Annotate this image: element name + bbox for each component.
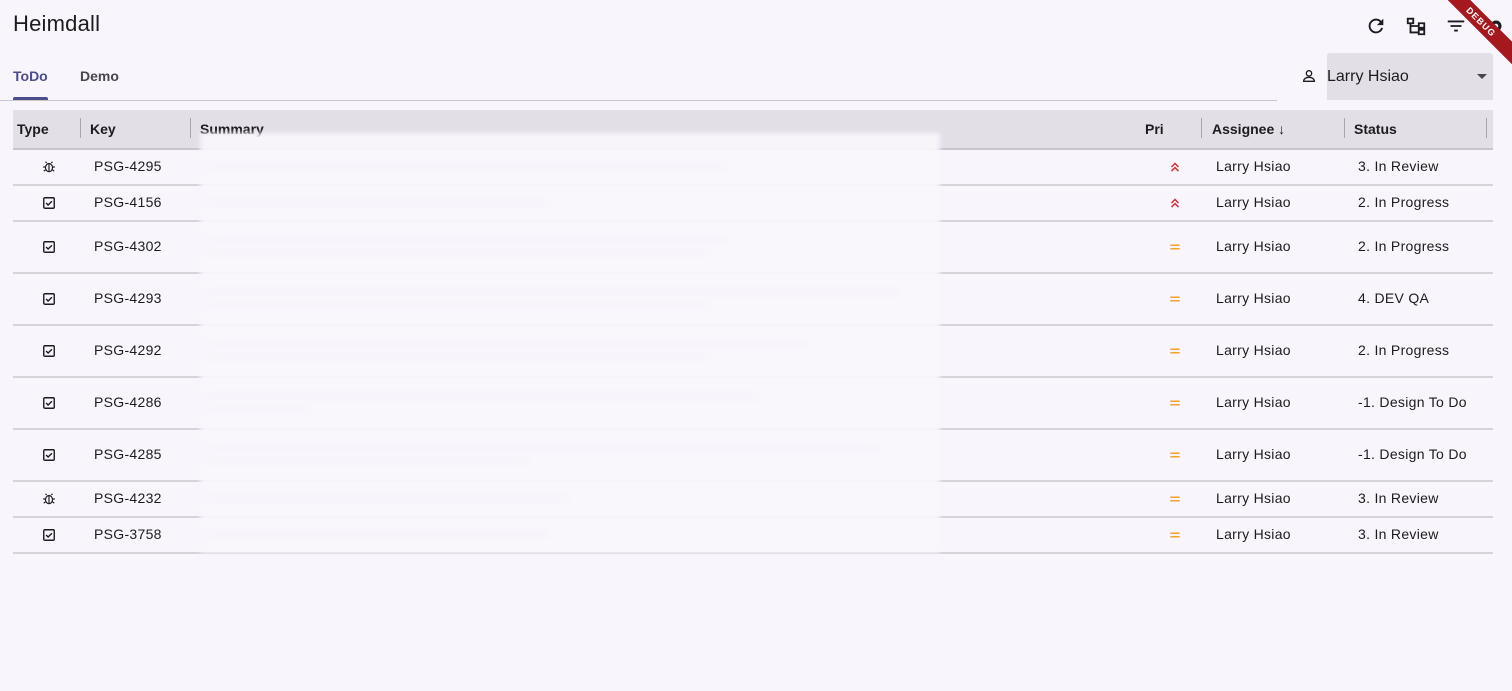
issue-key[interactable]: PSG-4292 xyxy=(94,342,162,358)
task-checkbox-icon xyxy=(42,396,56,410)
issue-key[interactable]: PSG-4156 xyxy=(94,194,162,210)
issue-key[interactable]: PSG-3758 xyxy=(94,526,162,542)
issue-key[interactable]: PSG-4302 xyxy=(94,238,162,254)
task-checkbox-icon xyxy=(42,344,56,358)
status-cell: 3. In Review xyxy=(1358,526,1439,542)
task-checkbox-icon xyxy=(42,292,56,306)
col-assignee[interactable]: Assignee ↓ xyxy=(1212,121,1285,137)
status-cell: 2. In Progress xyxy=(1358,342,1450,358)
task-checkbox-icon xyxy=(42,448,56,462)
status-cell: 3. In Review xyxy=(1358,490,1439,506)
tab-todo[interactable]: ToDo xyxy=(13,68,48,84)
col-type[interactable]: Type xyxy=(17,121,49,137)
assignee-cell: Larry Hsiao xyxy=(1216,342,1291,358)
priority-highest-icon xyxy=(1168,196,1182,210)
col-pri[interactable]: Pri xyxy=(1145,121,1164,137)
status-cell: -1. Design To Do xyxy=(1358,394,1467,410)
priority-medium-icon xyxy=(1168,292,1182,306)
priority-highest-icon xyxy=(1168,160,1182,174)
refresh-button[interactable] xyxy=(1356,14,1396,38)
col-divider[interactable] xyxy=(1344,118,1345,138)
active-tab-indicator xyxy=(13,97,48,100)
col-divider[interactable] xyxy=(190,118,191,138)
assignee-cell: Larry Hsiao xyxy=(1216,446,1291,462)
col-divider[interactable] xyxy=(80,118,81,138)
priority-medium-icon xyxy=(1168,528,1182,542)
assignee-cell: Larry Hsiao xyxy=(1216,194,1291,210)
priority-medium-icon xyxy=(1168,344,1182,358)
issue-key[interactable]: PSG-4286 xyxy=(94,394,162,410)
issue-key[interactable]: PSG-4295 xyxy=(94,158,162,174)
task-checkbox-icon xyxy=(42,196,56,210)
col-divider[interactable] xyxy=(1201,118,1202,138)
assignee-cell: Larry Hsiao xyxy=(1216,238,1291,254)
assignee-cell: Larry Hsiao xyxy=(1216,394,1291,410)
priority-medium-icon xyxy=(1168,396,1182,410)
assignee-select-value: Larry Hsiao xyxy=(1327,67,1409,85)
col-key[interactable]: Key xyxy=(90,121,116,137)
task-checkbox-icon xyxy=(42,240,56,254)
status-cell: 2. In Progress xyxy=(1358,238,1450,254)
assignee-cell: Larry Hsiao xyxy=(1216,526,1291,542)
priority-medium-icon xyxy=(1168,492,1182,506)
assignee-cell: Larry Hsiao xyxy=(1216,490,1291,506)
priority-medium-icon xyxy=(1168,448,1182,462)
issue-key[interactable]: PSG-4285 xyxy=(94,446,162,462)
issue-key[interactable]: PSG-4232 xyxy=(94,490,162,506)
tab-demo[interactable]: Demo xyxy=(80,68,119,84)
assignee-cell: Larry Hsiao xyxy=(1216,158,1291,174)
app-title: Heimdall xyxy=(13,11,101,36)
person-icon xyxy=(1302,70,1316,82)
filter-icon xyxy=(1447,20,1465,32)
dropdown-arrow-icon xyxy=(1477,74,1487,79)
status-cell: -1. Design To Do xyxy=(1358,446,1467,462)
hierarchy-button[interactable] xyxy=(1396,14,1436,38)
assignee-cell: Larry Hsiao xyxy=(1216,290,1291,306)
tab-bar: ToDo Demo xyxy=(0,56,1277,101)
hierarchy-icon xyxy=(1406,17,1426,36)
assignee-select[interactable]: Larry Hsiao xyxy=(1327,53,1493,100)
col-divider[interactable] xyxy=(1486,118,1487,138)
summary-blur-overlay xyxy=(200,133,940,553)
col-status[interactable]: Status xyxy=(1354,121,1397,137)
task-checkbox-icon xyxy=(42,528,56,542)
issue-key[interactable]: PSG-4293 xyxy=(94,290,162,306)
status-cell: 2. In Progress xyxy=(1358,194,1450,210)
priority-medium-icon xyxy=(1168,240,1182,254)
status-cell: 3. In Review xyxy=(1358,158,1439,174)
status-cell: 4. DEV QA xyxy=(1358,290,1430,306)
bug-icon xyxy=(42,160,56,174)
refresh-icon xyxy=(1368,18,1384,34)
bug-icon xyxy=(42,492,56,506)
